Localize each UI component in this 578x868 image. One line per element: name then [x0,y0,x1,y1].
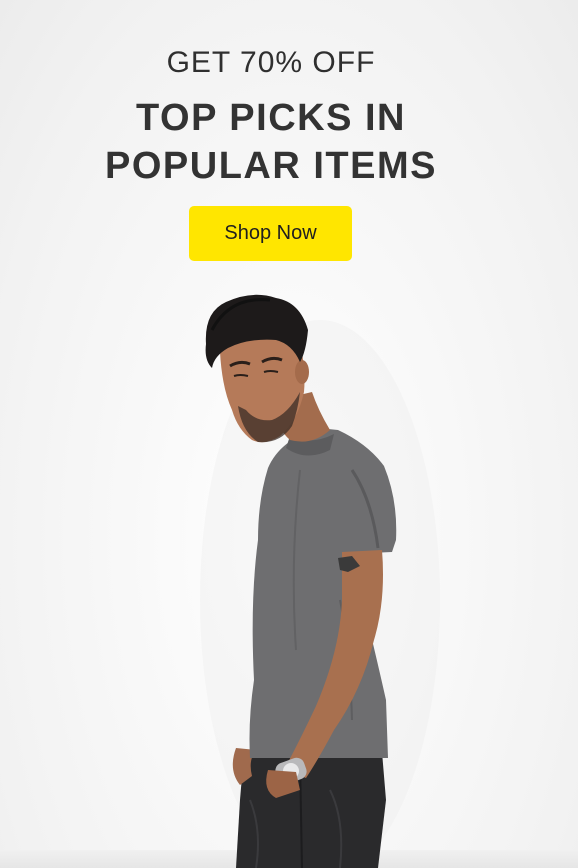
promo-headline: TOP PICKS IN POPULAR ITEMS [0,94,542,190]
discount-subtitle: GET 70% OFF [166,46,376,79]
headline-line-2: POPULAR ITEMS [105,145,437,187]
shop-now-button[interactable]: Shop Now [189,206,352,261]
headline-line-1: TOP PICKS IN [136,97,406,139]
promo-banner: GET 70% OFF TOP PICKS IN POPULAR ITEMS S… [0,0,578,868]
